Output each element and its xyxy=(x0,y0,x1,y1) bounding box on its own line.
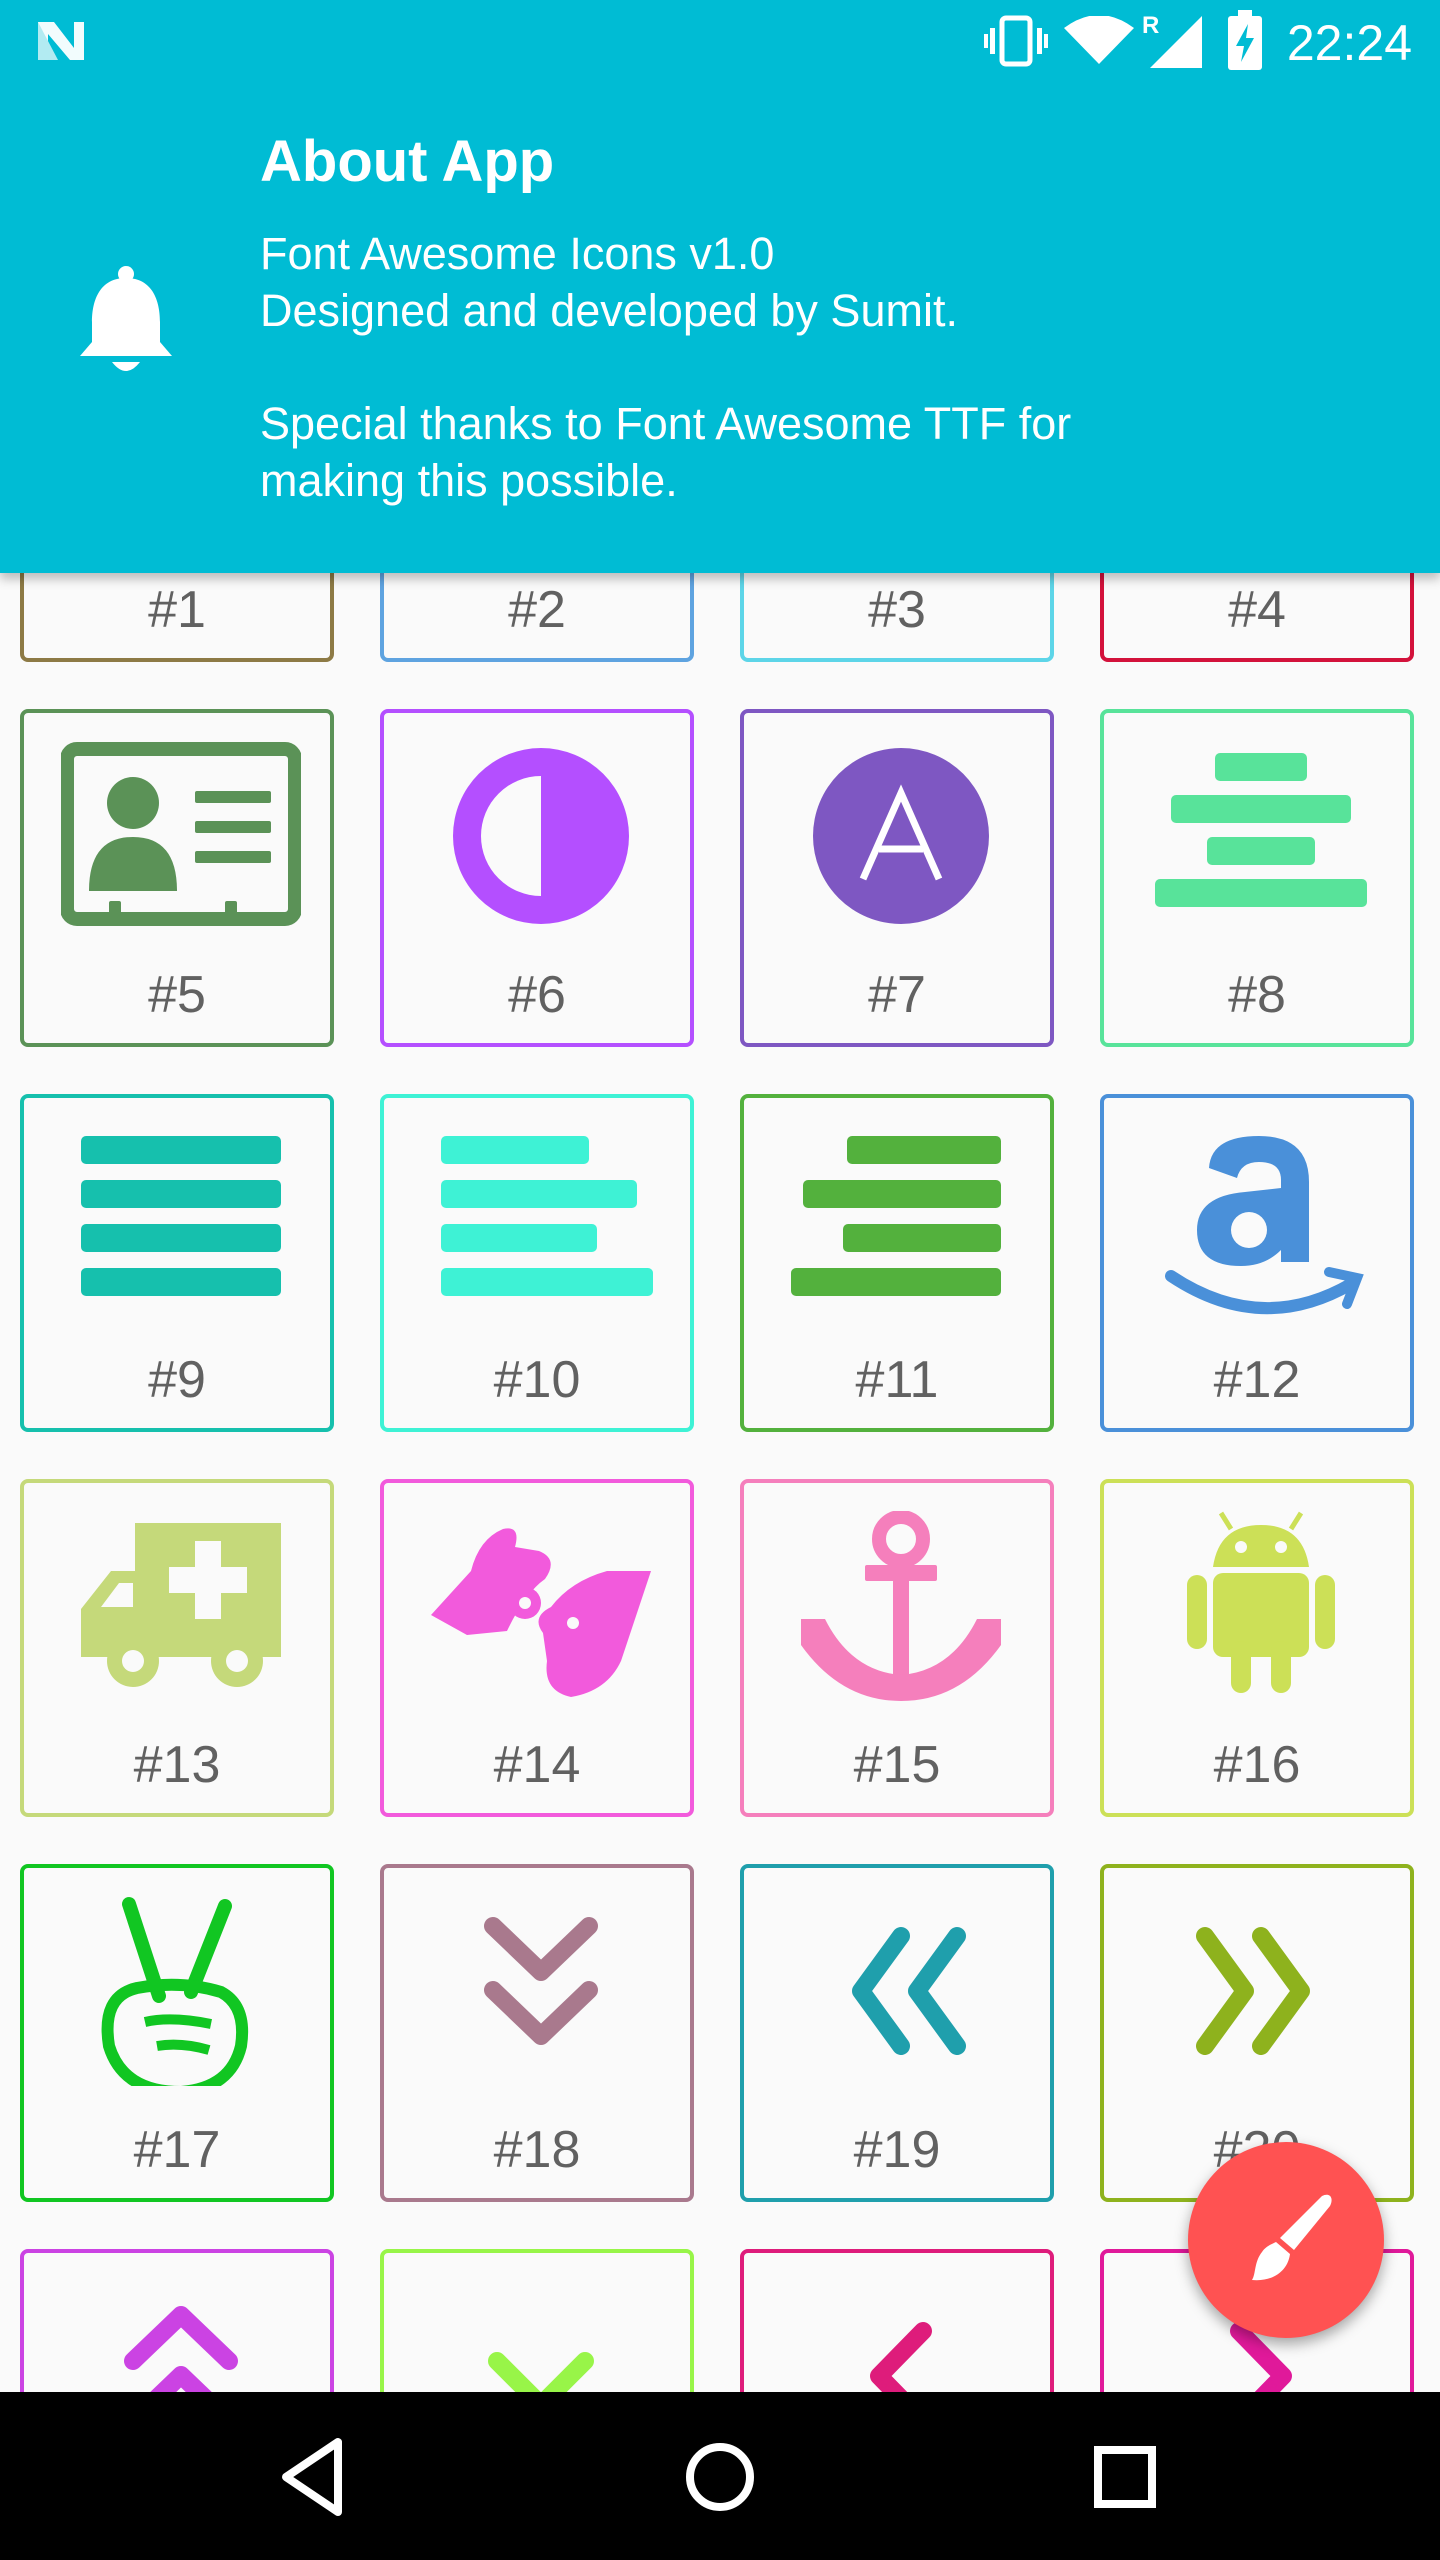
home-icon[interactable] xyxy=(665,2422,775,2532)
tile-number: #13 xyxy=(133,1736,221,1794)
id-card-icon xyxy=(61,742,301,926)
icon-tile[interactable]: #5 xyxy=(20,709,334,1047)
angle-double-right-icon xyxy=(1196,1927,1310,2055)
notification-line-4: making this possible. xyxy=(260,455,678,506)
notification-logo-icon xyxy=(38,22,84,60)
tile-number: #2 xyxy=(508,581,566,639)
adjust-icon xyxy=(453,748,629,924)
anchor-icon xyxy=(801,1511,1001,1701)
recents-icon[interactable] xyxy=(1070,2422,1180,2532)
icon-tile[interactable]: #15 xyxy=(740,1479,1054,1817)
align-justify-icon xyxy=(81,1136,281,1296)
icon-tile[interactable]: #19 xyxy=(740,1864,1054,2202)
icon-tile[interactable]: #11 xyxy=(740,1094,1054,1432)
tile-number: #11 xyxy=(855,1351,939,1409)
tile-number: #5 xyxy=(148,966,206,1024)
vibrate-icon xyxy=(984,15,1048,67)
status-bar: R 22:24 xyxy=(0,0,1440,82)
tile-number: #7 xyxy=(868,966,926,1024)
angle-double-up-icon xyxy=(124,2306,238,2392)
angle-double-left-icon xyxy=(852,1927,966,2055)
back-icon[interactable] xyxy=(260,2422,370,2532)
icon-tile[interactable]: #22 xyxy=(380,2249,694,2392)
sign-language-icon xyxy=(431,1528,651,1697)
icon-tile[interactable]: #8 xyxy=(1100,709,1414,1047)
tile-number: #10 xyxy=(493,1351,581,1409)
align-center-icon xyxy=(1155,753,1367,907)
android-icon xyxy=(1187,1511,1335,1693)
icon-tile[interactable]: #18 xyxy=(380,1864,694,2202)
cell-signal-icon xyxy=(1150,16,1202,68)
notification-line-3: Special thanks to Font Awesome TTF for xyxy=(260,398,1072,449)
angle-double-down-icon xyxy=(484,1917,598,2045)
tile-number: #6 xyxy=(508,966,566,1024)
tile-number: #8 xyxy=(1228,966,1286,1024)
navigation-bar xyxy=(0,2392,1440,2560)
wifi-icon xyxy=(1064,16,1134,64)
notification-panel[interactable]: R 22:24 About App Font Awesome Icons v1.… xyxy=(0,0,1440,573)
paint-brush-icon xyxy=(1252,2194,1332,2281)
tile-number: #14 xyxy=(493,1736,581,1794)
tile-number: #15 xyxy=(853,1736,941,1794)
tile-number: #18 xyxy=(493,2121,581,2179)
icon-tile[interactable]: #13 xyxy=(20,1479,334,1817)
tile-number: #17 xyxy=(133,2121,221,2179)
tile-number: #1 xyxy=(148,581,206,639)
tile-number: #9 xyxy=(148,1351,206,1409)
ambulance-icon xyxy=(81,1523,281,1687)
icon-tile[interactable]: #10 xyxy=(380,1094,694,1432)
icon-tile[interactable]: #7 xyxy=(740,709,1054,1047)
angellist-a-icon xyxy=(813,748,989,924)
icon-tile[interactable]: #6 xyxy=(380,709,694,1047)
icon-tile[interactable]: #21 xyxy=(20,2249,334,2392)
align-left-icon xyxy=(441,1136,653,1296)
icon-tile[interactable]: #17 xyxy=(20,1864,334,2202)
tile-number: #19 xyxy=(853,2121,941,2179)
align-right-icon xyxy=(791,1136,1001,1296)
clock: 22:24 xyxy=(1286,15,1412,71)
tile-number: #3 xyxy=(868,581,926,639)
icon-tile[interactable]: #16 xyxy=(1100,1479,1414,1817)
icon-tile[interactable]: #14 xyxy=(380,1479,694,1817)
tile-number: #4 xyxy=(1228,581,1286,639)
bell-icon xyxy=(80,266,172,371)
paint-brush-fab[interactable] xyxy=(1188,2142,1384,2338)
amazon-icon xyxy=(1165,1136,1364,1315)
angle-left-icon xyxy=(870,2322,932,2392)
notification-line-2: Designed and developed by Sumit. xyxy=(260,285,958,336)
notification-title: About App xyxy=(260,129,555,194)
icon-tile[interactable]: #23 xyxy=(740,2249,1054,2392)
tile-number: #16 xyxy=(1213,1736,1301,1794)
tile-number: #12 xyxy=(1213,1351,1301,1409)
icon-tile[interactable]: #9 xyxy=(20,1094,334,1432)
angle-down-icon xyxy=(488,2352,594,2392)
icon-tile[interactable]: #12 xyxy=(1100,1094,1414,1432)
battery-charging-icon xyxy=(1228,10,1262,70)
peace-hand-icon xyxy=(101,1897,249,2086)
notification-line-1: Font Awesome Icons v1.0 xyxy=(260,228,775,279)
